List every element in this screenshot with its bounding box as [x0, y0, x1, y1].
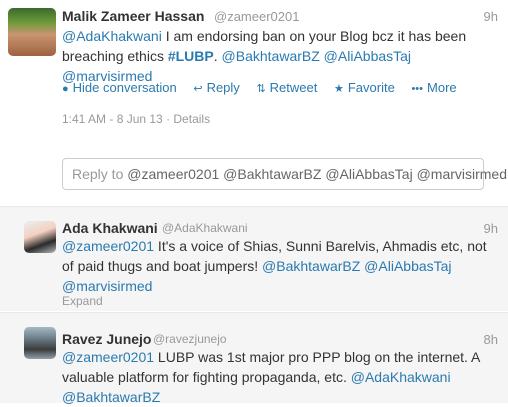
reply-to-label: Reply to: [72, 166, 128, 182]
author-name[interactable]: Malik Zameer Hassan: [62, 8, 204, 24]
reply-input[interactable]: Reply to @zameer0201 @BakhtawarBZ @AliAb…: [62, 158, 507, 190]
mention-link[interactable]: @zameer0201: [62, 238, 154, 254]
tweet-text: @zameer0201 LUBP was 1st major pro PPP b…: [62, 347, 502, 407]
favorite-label: Favorite: [347, 80, 395, 95]
mention-link[interactable]: @zameer0201: [62, 349, 154, 365]
mention-link[interactable]: @BakhtawarBZ: [222, 48, 320, 64]
avatar[interactable]: [24, 221, 56, 253]
tweet-text: @zameer0201 It's a voice of Shias, Sunni…: [62, 236, 502, 296]
author-handle[interactable]: @zameer0201: [214, 9, 299, 24]
speech-bubble-icon: ●: [62, 83, 69, 95]
tweet-timestamp-details[interactable]: 1:41 AM - 8 Jun 13 · Details: [62, 112, 210, 126]
avatar[interactable]: [24, 327, 56, 359]
avatar[interactable]: [8, 8, 56, 56]
retweet-icon: ⇅: [256, 83, 266, 95]
mention-link[interactable]: @AliAbbasTaj: [324, 48, 411, 64]
hashtag-link[interactable]: #LUBP: [168, 48, 214, 64]
tweet-time[interactable]: 9h: [484, 221, 498, 236]
mention-link[interactable]: @AliAbbasTaj: [364, 258, 451, 274]
mention-link[interactable]: @BakhtawarBZ: [262, 258, 360, 274]
tweet-body: .: [213, 48, 222, 64]
reply-button[interactable]: ↩ Reply: [193, 80, 239, 95]
author-name[interactable]: Ravez Junejo: [62, 331, 151, 347]
expand-link[interactable]: Expand: [62, 294, 103, 308]
tweet-time[interactable]: 9h: [484, 9, 498, 24]
tweet-text: @AdaKhakwani I am endorsing ban on your …: [62, 26, 498, 86]
favorite-button[interactable]: ★ Favorite: [334, 80, 395, 95]
more-label: More: [427, 80, 457, 95]
star-icon: ★: [333, 83, 344, 95]
hide-conversation-label: Hide conversation: [72, 80, 177, 95]
main-tweet: Malik Zameer Hassan @zameer0201 9h @AdaK…: [0, 0, 508, 204]
more-button[interactable]: ••• More: [411, 80, 456, 95]
author-handle[interactable]: @AdaKhakwani: [162, 221, 248, 235]
reply-mentions: @zameer0201 @BakhtawarBZ @AliAbbasTaj @m…: [127, 166, 508, 182]
more-dots-icon: •••: [411, 83, 424, 95]
hide-conversation-button[interactable]: ● Hide conversation: [62, 80, 177, 95]
mention-link[interactable]: @AdaKhakwani: [351, 369, 451, 385]
mention-link[interactable]: @AdaKhakwani: [62, 28, 162, 44]
mention-link[interactable]: @marvisirmed: [62, 278, 152, 294]
tweet-time[interactable]: 8h: [484, 332, 498, 347]
author-handle[interactable]: @ravezjunejo: [153, 332, 227, 346]
author-name[interactable]: Ada Khakwani: [62, 220, 158, 236]
tweet-actions: ● Hide conversation ↩ Reply ⇅ Retweet ★ Favo…: [62, 80, 470, 95]
retweet-label: Retweet: [269, 80, 318, 95]
reply-label: Reply: [206, 80, 240, 95]
retweet-button[interactable]: ⇅ Retweet: [256, 80, 317, 95]
reply-arrow-icon: ↩: [193, 83, 203, 95]
